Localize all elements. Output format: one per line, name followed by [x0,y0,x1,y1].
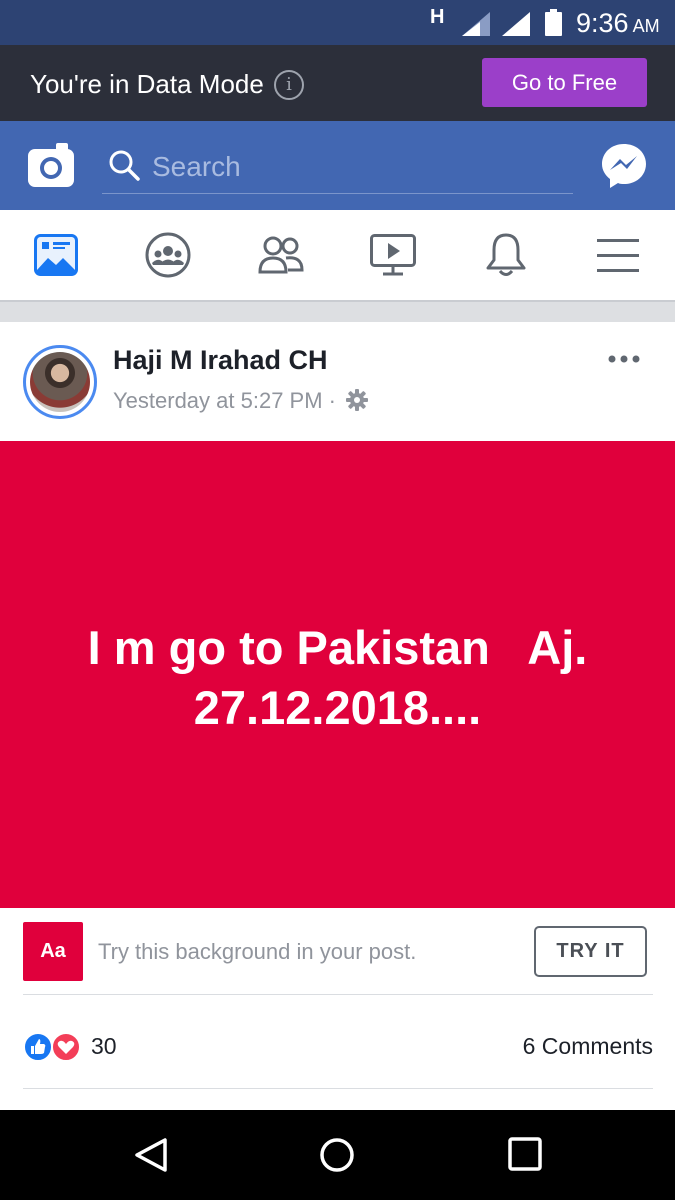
tab-friends[interactable] [225,210,337,300]
post-meta: Yesterday at 5:27 PM · [113,388,369,414]
reaction-count: 30 [91,1033,117,1059]
tab-watch[interactable] [337,210,449,300]
network-type: H [430,6,445,28]
messenger-icon[interactable] [600,142,648,190]
aa-background-swatch[interactable]: Aa [23,922,83,981]
tab-news-feed[interactable] [0,210,112,300]
camera-icon[interactable] [28,143,74,187]
go-to-free-button[interactable]: Go to Free [482,58,647,107]
clock: 9:36 AM [576,8,660,38]
news-feed-icon [34,234,78,276]
tab-bar [0,210,675,300]
post-author[interactable]: Haji M Irahad CH [113,345,328,376]
tab-notifications[interactable] [450,210,562,300]
video-icon [370,234,416,276]
post-text: I m go to Pakistan Aj. 27.12.2018.... [87,621,588,734]
top-app-bar: 2 [0,121,675,286]
data-mode-bar: You're in Data Mode i Go to Free [0,45,675,121]
home-icon[interactable] [319,1137,355,1173]
comments-count[interactable]: 6 Comments [523,1033,653,1060]
recent-apps-icon[interactable] [508,1137,542,1171]
signal-icon [502,12,530,36]
battery-icon [545,9,562,36]
tab-groups[interactable] [112,210,224,300]
colored-background-post[interactable]: I m go to Pakistan Aj. 27.12.2018.... [0,441,675,908]
back-icon[interactable] [134,1137,168,1173]
divider [23,1088,653,1089]
bell-icon [486,233,526,276]
menu-icon [597,239,639,272]
meta-separator: · [328,388,336,413]
search-bar[interactable] [102,143,573,194]
post-card: Haji M Irahad CH Yesterday at 5:27 PM · … [0,322,675,1110]
info-icon[interactable]: i [274,70,304,100]
reactions-row[interactable]: 30 6 Comments [23,1027,653,1063]
signal-icon [462,12,490,36]
avatar[interactable] [23,345,97,419]
try-background-text: Try this background in your post. [98,939,417,964]
feed-divider [0,300,675,322]
status-bar: H 9:36 AM [0,0,675,45]
try-background-row: Aa Try this background in your post. TRY… [23,922,653,995]
system-nav-bar [0,1110,675,1200]
search-input[interactable] [152,147,562,187]
search-icon [109,150,140,181]
try-it-button[interactable]: TRY IT [534,926,647,977]
friends-icon [258,236,304,274]
more-options-icon[interactable] [604,344,644,374]
like-reaction-icon [23,1032,53,1062]
post-timestamp[interactable]: Yesterday at 5:27 PM [113,388,323,413]
tab-menu[interactable] [562,210,674,300]
gear-icon [346,389,369,411]
profile-photo [30,352,90,412]
data-mode-message: You're in Data Mode [30,69,264,99]
groups-icon [145,232,191,278]
love-reaction-icon [51,1032,81,1062]
